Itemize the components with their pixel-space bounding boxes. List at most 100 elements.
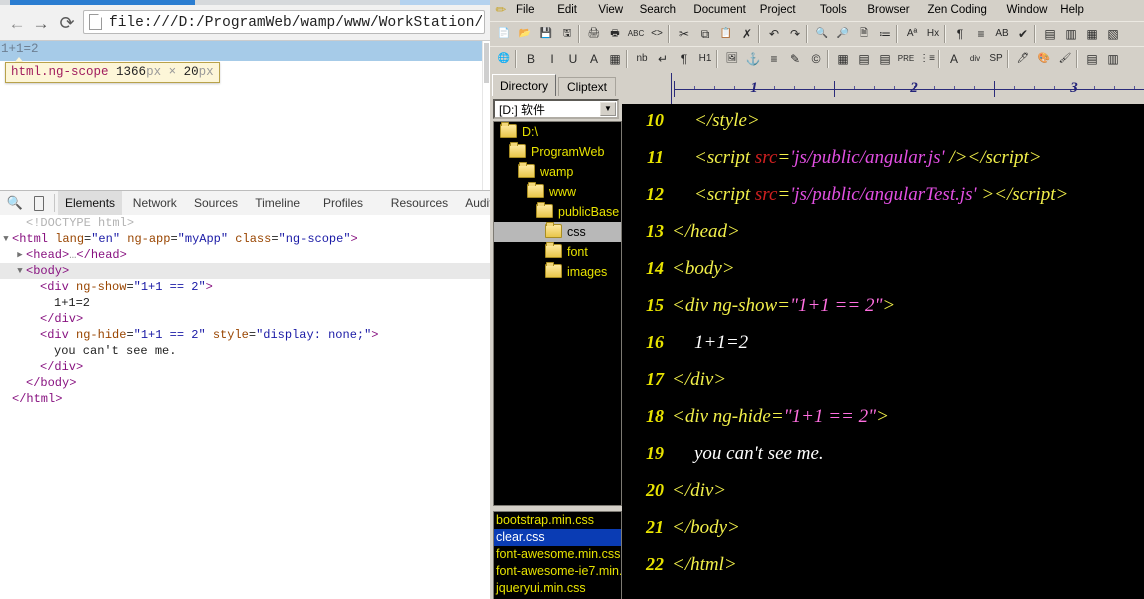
save-icon[interactable]: 💾 [536, 24, 556, 44]
dom-node-row[interactable]: <div ng-hide="1+1 == 2" style="display: … [0, 327, 490, 343]
devtools-tab-timeline[interactable]: Timeline [248, 191, 307, 215]
validate-icon[interactable]: ✔ [1013, 24, 1033, 44]
new-file-icon[interactable]: 📄 [494, 24, 514, 44]
menu-file[interactable]: File [512, 3, 539, 18]
code-line[interactable]: 17 </div> [622, 363, 1144, 400]
panel-4-icon[interactable]: ▧ [1103, 24, 1123, 44]
code-line[interactable]: 10 </style> [622, 104, 1144, 141]
tree-item[interactable]: D:\ [494, 122, 621, 142]
file-list-item[interactable]: font-awesome.min.css [494, 546, 621, 563]
address-bar[interactable]: file:///D:/ProgramWeb/wamp/www/WorkStati… [83, 10, 485, 34]
drive-selector[interactable]: [D:] 软件 ▼ [493, 99, 619, 119]
form-icon[interactable]: ▤ [854, 49, 874, 69]
more-icon[interactable]: ▥ [1103, 49, 1123, 69]
menu-project[interactable]: Project [756, 3, 800, 18]
code-line[interactable]: 19 you can't see me. [622, 437, 1144, 474]
list-icon[interactable]: ▤ [875, 49, 895, 69]
code-line[interactable]: 11 <script src='js/public/angular.js' /><… [622, 141, 1144, 178]
css-apply-icon[interactable]: 🖌 [1055, 49, 1075, 69]
properties-icon[interactable]: ▤ [1082, 49, 1102, 69]
file-list-item[interactable]: jqueryui.min.css [494, 580, 621, 597]
menu-document[interactable]: Document [689, 3, 749, 18]
bullet-list-icon[interactable]: ⋮≡ [917, 49, 937, 69]
disclosure-triangle-icon[interactable]: ▼ [1, 231, 11, 247]
nbsp-icon[interactable]: nb [632, 49, 652, 69]
code-editor[interactable]: 10 </style> 11 <script src='js/public/angul… [622, 104, 1144, 599]
dom-node-row[interactable]: ▼ <html lang="en" ng-app="myApp" class="n… [0, 231, 490, 247]
span-icon[interactable]: SP [986, 49, 1006, 69]
tree-item[interactable]: ProgramWeb [494, 142, 621, 162]
page-scrollbar-thumb[interactable] [484, 43, 489, 83]
devtools-tab-resources[interactable]: Resources [384, 191, 455, 215]
page-scrollbar[interactable] [482, 41, 490, 190]
menu-browser[interactable]: Browser [863, 3, 913, 18]
copy-icon[interactable]: ⧉ [695, 24, 715, 44]
delete-icon[interactable]: ✗ [737, 24, 757, 44]
devtools-tab-sources[interactable]: Sources [187, 191, 245, 215]
dom-node-row[interactable]: </div> [0, 359, 490, 375]
side-tab-directory[interactable]: Directory [492, 74, 556, 96]
tree-item[interactable]: images [494, 262, 621, 282]
save-all-icon[interactable]: 🖫 [557, 24, 577, 44]
code-line[interactable]: 15 <div ng-show="1+1 == 2"> [622, 289, 1144, 326]
browser-preview-icon[interactable]: 🌐 [494, 49, 514, 69]
html-source-icon[interactable]: <> [647, 24, 667, 44]
code-line[interactable]: 16 1+1=2 [622, 326, 1144, 363]
menu-tools[interactable]: Tools [816, 3, 851, 18]
forward-button[interactable]: → [30, 13, 52, 35]
directory-tree[interactable]: D:\ ProgramWeb wamp www publicBase css font ima… [493, 121, 622, 506]
cut-icon[interactable]: ✂ [674, 24, 694, 44]
color-palette-icon[interactable]: ▦ [605, 49, 625, 69]
underline-icon[interactable]: U [563, 49, 583, 69]
css-wizard-icon[interactable]: 🎨 [1034, 49, 1054, 69]
file-list[interactable]: bootstrap.min.css clear.css font-awesome.m… [493, 511, 622, 599]
abc-sort-icon[interactable]: AB [992, 24, 1012, 44]
anchor-link-icon[interactable]: A [944, 49, 964, 69]
font-icon[interactable]: Aª [902, 24, 922, 44]
code-line[interactable]: 20 </div> [622, 474, 1144, 511]
tree-item[interactable]: wamp [494, 162, 621, 182]
find-in-files-icon[interactable]: 🗎 [854, 24, 874, 44]
dom-node-row[interactable]: </body> [0, 375, 490, 391]
dom-node-row[interactable]: 1+1=2 [0, 295, 490, 311]
wordwrap-icon[interactable]: ¶ [950, 24, 970, 44]
panel-3-icon[interactable]: ▦ [1082, 24, 1102, 44]
print-icon[interactable]: 🖶 [605, 24, 625, 44]
dom-node-row[interactable]: </div> [0, 311, 490, 327]
dom-node-row[interactable]: </html> [0, 391, 490, 407]
menu-view[interactable]: View [594, 3, 627, 18]
menu-edit[interactable]: Edit [553, 3, 581, 18]
device-toolbar-icon[interactable] [29, 194, 49, 212]
tree-item[interactable]: www [494, 182, 621, 202]
code-line[interactable]: 18 <div ng-hide="1+1 == 2"> [622, 400, 1144, 437]
dom-node-row[interactable]: ▼ <body> [0, 263, 490, 279]
devtools-tab-network[interactable]: Network [126, 191, 184, 215]
panel-2-icon[interactable]: ▥ [1061, 24, 1081, 44]
devtools-tab-audits[interactable]: Audits [458, 191, 490, 215]
code-line[interactable]: 21 </body> [622, 511, 1144, 548]
code-line[interactable]: 12 <script src='js/public/angularTest.js'… [622, 178, 1144, 215]
dom-node-row[interactable]: ▶ <head>…</head> [0, 247, 490, 263]
disclosure-triangle-icon[interactable]: ▶ [15, 247, 25, 263]
anchor-icon[interactable]: ⚓ [743, 49, 763, 69]
copyright-icon[interactable]: © [806, 49, 826, 69]
code-line[interactable]: 14 <body> [622, 252, 1144, 289]
back-button[interactable]: ← [6, 13, 28, 35]
redo-icon[interactable]: ↷ [785, 24, 805, 44]
css-edit-icon[interactable]: 🖊 [1013, 49, 1033, 69]
edit-pencil-icon[interactable]: ✎ [785, 49, 805, 69]
devtools-tab-elements[interactable]: Elements [58, 191, 123, 215]
menu-window[interactable]: Window [1003, 3, 1052, 18]
replace-icon[interactable]: 🔎 [833, 24, 853, 44]
file-list-item[interactable]: font-awesome-ie7.min.css [494, 563, 621, 580]
panel-1-icon[interactable]: ▤ [1040, 24, 1060, 44]
inspected-element-highlight[interactable]: 1+1=2 [0, 41, 483, 61]
italic-icon[interactable]: I [542, 49, 562, 69]
heading-icon[interactable]: H1 [695, 49, 715, 69]
disclosure-triangle-icon[interactable]: ▼ [15, 263, 25, 279]
open-file-icon[interactable]: 📂 [515, 24, 535, 44]
paragraph-icon[interactable]: ¶ [674, 49, 694, 69]
reload-button[interactable]: ⟳ [56, 13, 78, 35]
font-color-icon[interactable]: A [584, 49, 604, 69]
dom-node-row[interactable]: you can't see me. [0, 343, 490, 359]
